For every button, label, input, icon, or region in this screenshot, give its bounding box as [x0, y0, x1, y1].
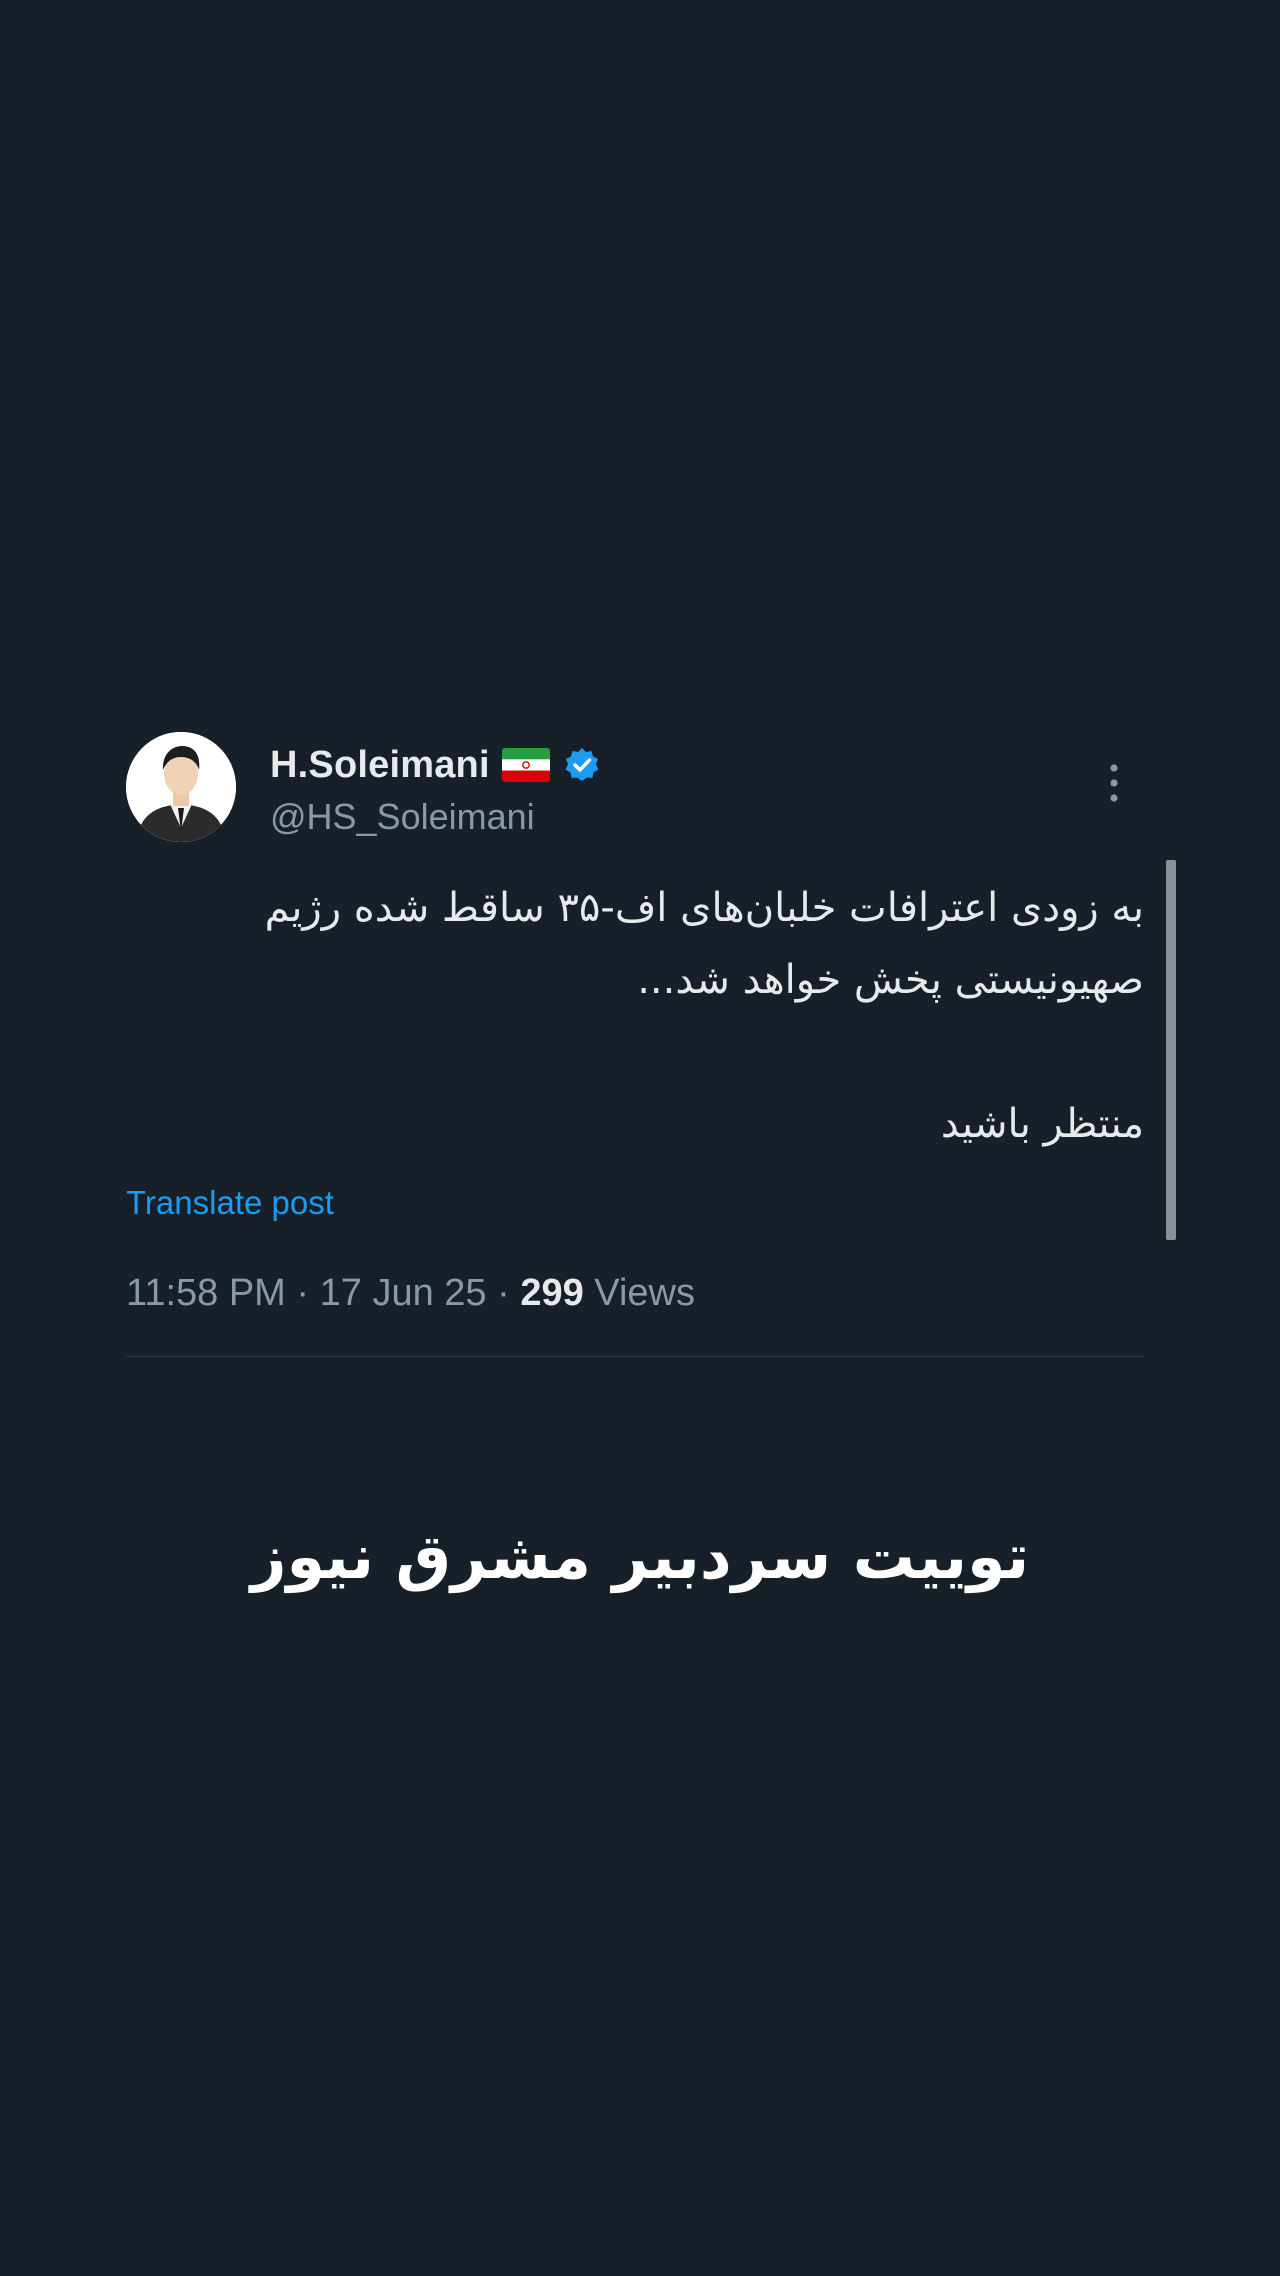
display-name[interactable]: H.Soleimani — [270, 744, 490, 787]
scrollbar[interactable] — [1166, 860, 1176, 1240]
tweet-body: به زودی اعترافات خلبان‌های اف-۳۵ ساقط شد… — [126, 872, 1144, 1160]
views-label: Views — [594, 1272, 695, 1314]
tweet-time[interactable]: 11:58 PM — [126, 1272, 286, 1314]
tweet-date[interactable]: 17 Jun 25 — [320, 1272, 487, 1314]
name-row: H.Soleimani — [270, 742, 600, 788]
avatar[interactable] — [126, 732, 236, 842]
more-options-icon[interactable] — [1102, 760, 1126, 806]
tweet-meta: 11:58 PM · 17 Jun 25 · 299 Views — [126, 1272, 695, 1315]
translate-post-link[interactable]: Translate post — [126, 1184, 334, 1222]
verified-badge-icon — [564, 747, 600, 783]
views-count: 299 — [520, 1272, 584, 1314]
caption-text: توییت سردبیر مشرق نیوز — [250, 1520, 1030, 1593]
user-handle[interactable]: @HS_Soleimani — [270, 796, 535, 838]
meta-separator: · — [296, 1272, 310, 1314]
iran-flag-icon — [501, 748, 550, 782]
tweet-text-paragraph-1: به زودی اعترافات خلبان‌های اف-۳۵ ساقط شد… — [264, 885, 1144, 1003]
page: H.Soleimani @HS_Soleimani به زودی اعتراف… — [0, 0, 1280, 2276]
divider — [126, 1356, 1144, 1357]
meta-separator: · — [497, 1272, 510, 1314]
tweet-text-paragraph-2: منتظر باشید — [940, 1101, 1144, 1147]
